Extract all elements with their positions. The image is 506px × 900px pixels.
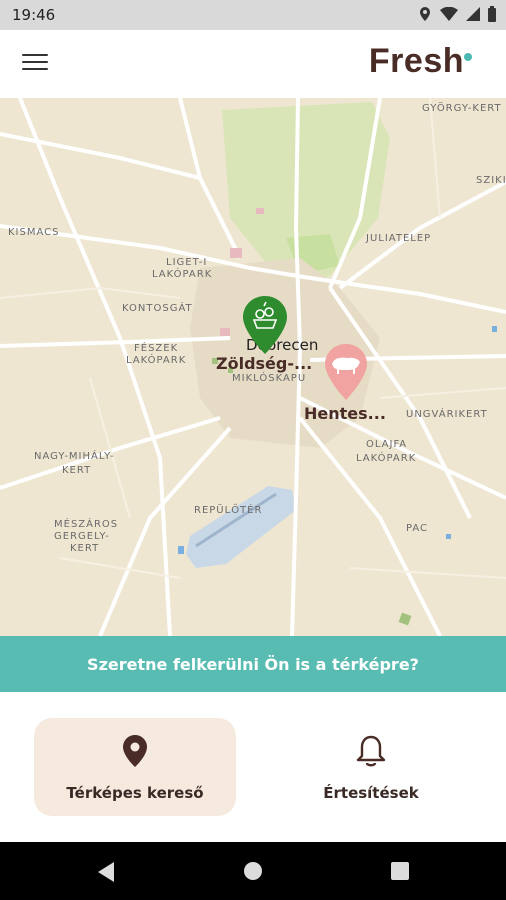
place-label: KERT bbox=[62, 465, 92, 476]
signal-icon bbox=[466, 7, 480, 21]
map-view[interactable]: GYÖRGY-KERT SZIKI KISMACS JULIATELEP LIG… bbox=[0, 98, 506, 636]
place-label: KISMACS bbox=[8, 227, 60, 238]
back-icon[interactable] bbox=[96, 861, 116, 883]
place-label: JULIATELEP bbox=[366, 233, 432, 244]
tab-map-search[interactable]: Térképes kereső bbox=[34, 718, 236, 816]
status-icons bbox=[418, 6, 496, 22]
place-label: LAKÓPARK bbox=[356, 453, 417, 464]
place-label: PAC bbox=[406, 523, 429, 534]
battery-icon bbox=[488, 6, 496, 22]
place-label: LAKÓPARK bbox=[152, 269, 213, 280]
logo-dot bbox=[464, 53, 472, 61]
status-bar: 19:46 bbox=[0, 0, 506, 30]
menu-button[interactable] bbox=[22, 54, 48, 74]
place-label: KERT bbox=[70, 543, 100, 554]
bell-icon bbox=[356, 735, 386, 767]
join-map-banner[interactable]: Szeretne felkerülni Ön is a térképre? bbox=[0, 636, 506, 692]
app-logo: Fresh bbox=[368, 42, 464, 80]
place-label: UNGVÁRIKERT bbox=[406, 409, 488, 420]
place-label: REPÜLŐTÉR bbox=[194, 505, 263, 516]
recents-icon[interactable] bbox=[390, 861, 410, 881]
join-map-banner-text: Szeretne felkerülni Ön is a térképre? bbox=[87, 654, 419, 674]
place-label: NAGY-MIHÁLY- bbox=[34, 451, 115, 462]
menu-icon bbox=[22, 54, 48, 56]
place-label: KONTOSGÁT bbox=[122, 303, 193, 314]
butcher-pin-icon[interactable] bbox=[322, 342, 370, 402]
tab-map-search-label: Térképes kereső bbox=[66, 784, 204, 802]
butcher-pin-label[interactable]: Hentes... bbox=[304, 404, 386, 423]
location-status-icon bbox=[420, 7, 430, 21]
system-navigation-bar bbox=[0, 842, 506, 900]
home-icon[interactable] bbox=[243, 861, 263, 881]
place-label: LAKÓPARK bbox=[126, 355, 187, 366]
place-label: OLAJFA bbox=[366, 439, 408, 450]
airport-area bbox=[186, 486, 296, 568]
place-label: MIKLÓSKAPU bbox=[232, 373, 307, 384]
tab-notifications[interactable]: Értesítések bbox=[270, 718, 472, 816]
tab-notifications-label: Értesítések bbox=[323, 784, 419, 802]
location-pin-icon bbox=[123, 735, 147, 767]
bottom-navigation: Térképes kereső Értesítések bbox=[0, 692, 506, 842]
app-bar: Fresh bbox=[0, 30, 506, 98]
produce-pin-label[interactable]: Zöldség-... bbox=[216, 354, 312, 373]
wifi-icon bbox=[440, 7, 458, 21]
place-label: SZIKI bbox=[476, 175, 506, 186]
place-label: GYÖRGY-KERT bbox=[422, 103, 502, 114]
status-time: 19:46 bbox=[12, 6, 56, 24]
produce-pin-icon[interactable] bbox=[240, 294, 290, 356]
